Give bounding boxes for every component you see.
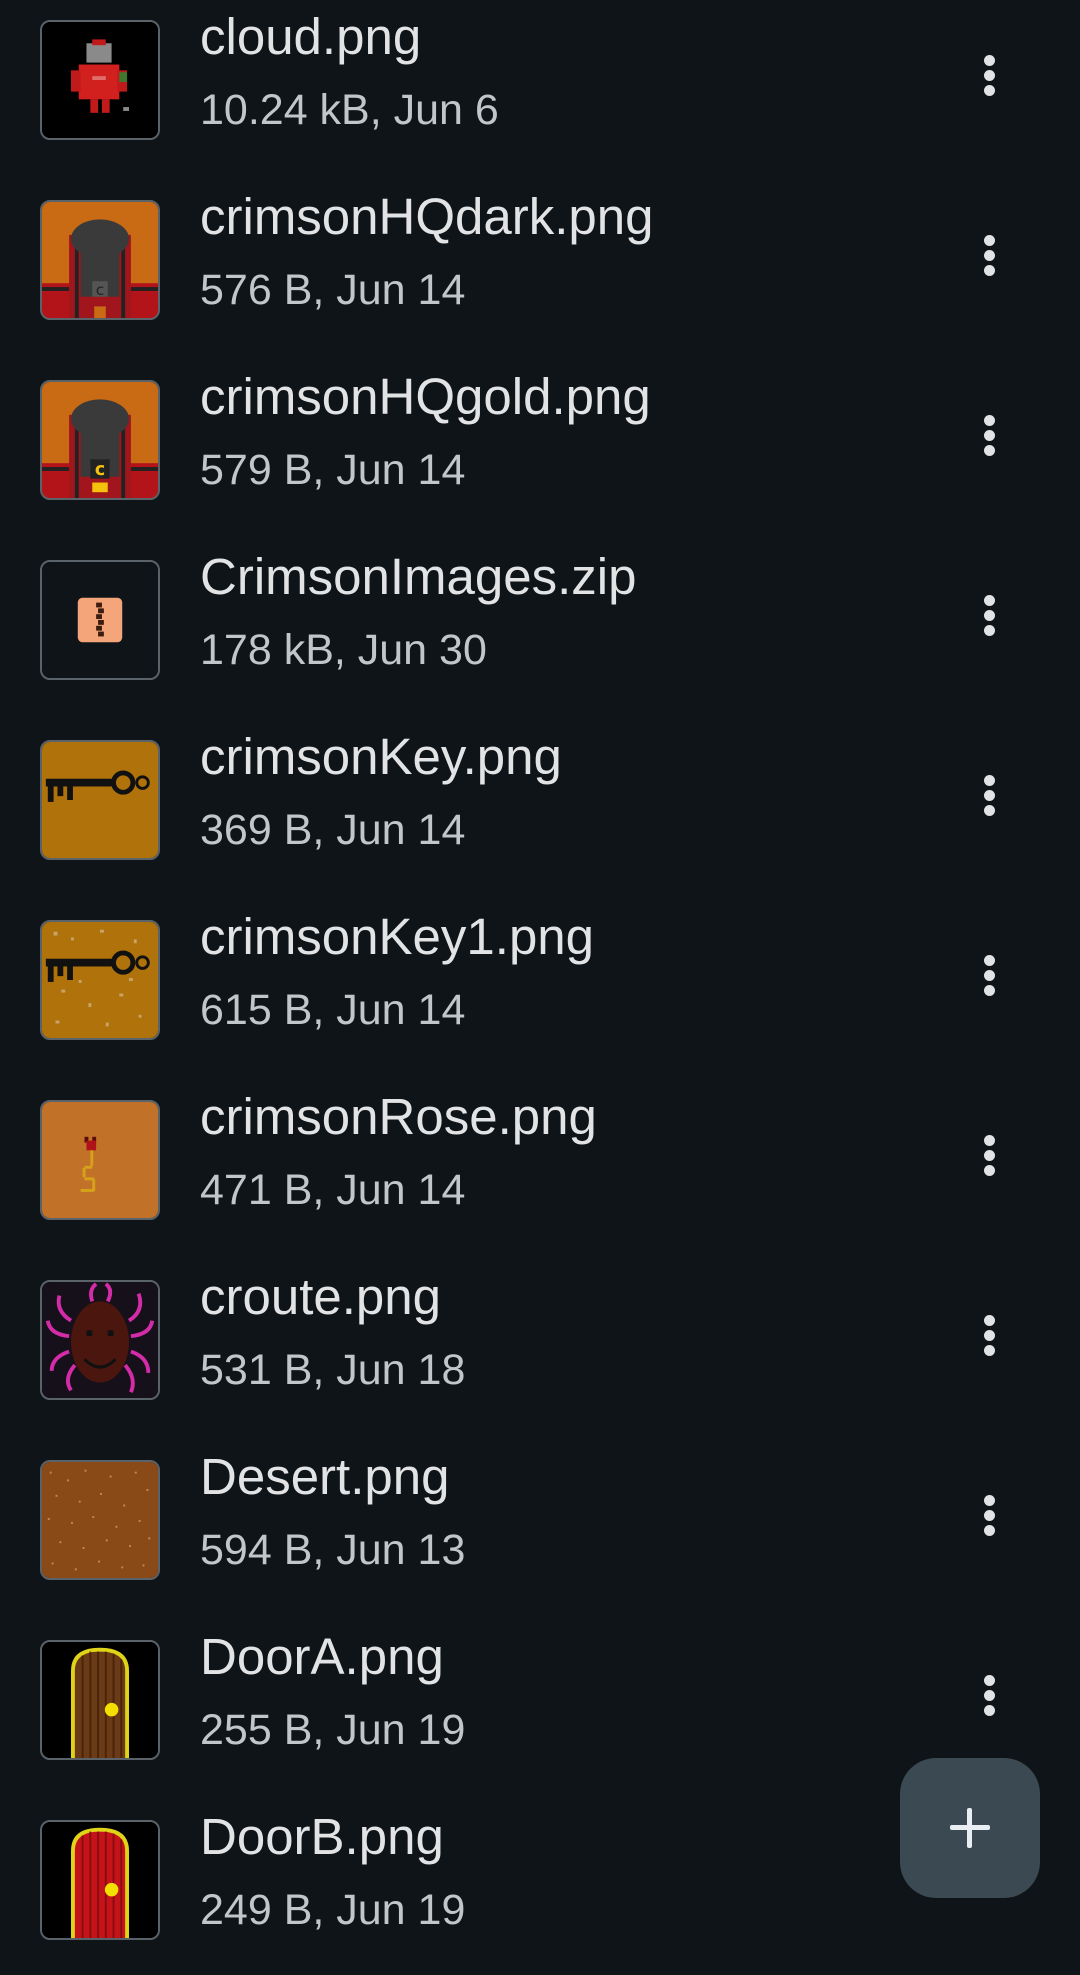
file-thumbnail xyxy=(40,1640,160,1760)
file-row[interactable]: cloud.png 10.24 kB, Jun 6 xyxy=(0,0,1080,175)
file-meta: 594 B, Jun 13 xyxy=(200,1526,466,1574)
key-speckled-sprite-icon xyxy=(42,922,158,1038)
crimson-hq-gold-sprite-icon: c xyxy=(42,382,158,498)
more-options-icon[interactable] xyxy=(960,575,1020,655)
desert-texture-icon xyxy=(42,1462,158,1578)
crimson-hq-dark-sprite-icon: c xyxy=(42,202,158,318)
add-button[interactable] xyxy=(900,1758,1040,1898)
file-meta: 255 B, Jun 19 xyxy=(200,1706,466,1754)
more-options-icon[interactable] xyxy=(960,1295,1020,1375)
file-thumbnail xyxy=(40,920,160,1040)
more-options-icon[interactable] xyxy=(960,395,1020,475)
file-name: cloud.png xyxy=(200,8,422,65)
file-row[interactable]: crimsonKey1.png 615 B, Jun 14 xyxy=(0,895,1080,1075)
file-meta: 579 B, Jun 14 xyxy=(200,446,466,494)
zip-file-icon xyxy=(42,562,158,678)
spider-face-sprite-icon xyxy=(42,1282,158,1398)
file-name: crimsonRose.png xyxy=(200,1088,597,1145)
file-row[interactable]: crimsonRose.png 471 B, Jun 14 xyxy=(0,1075,1080,1255)
file-row[interactable]: crimsonKey.png 369 B, Jun 14 xyxy=(0,715,1080,895)
file-name: crimsonHQdark.png xyxy=(200,188,654,245)
file-name: croute.png xyxy=(200,1268,442,1325)
more-options-icon[interactable] xyxy=(960,755,1020,835)
svg-text:c: c xyxy=(95,460,105,480)
file-row[interactable]: croute.png 531 B, Jun 18 xyxy=(0,1255,1080,1435)
file-name: CrimsonImages.zip xyxy=(200,548,637,605)
file-name: DoorB.png xyxy=(200,1808,444,1865)
file-meta: 178 kB, Jun 30 xyxy=(200,626,487,674)
more-options-icon[interactable] xyxy=(960,1115,1020,1195)
file-meta: 531 B, Jun 18 xyxy=(200,1346,466,1394)
file-thumbnail xyxy=(40,1100,160,1220)
file-name: crimsonKey1.png xyxy=(200,908,595,965)
file-thumbnail: c xyxy=(40,380,160,500)
more-options-icon[interactable] xyxy=(960,1655,1020,1735)
more-options-icon[interactable] xyxy=(960,935,1020,1015)
file-name: crimsonHQgold.png xyxy=(200,368,651,425)
file-meta: 471 B, Jun 14 xyxy=(200,1166,466,1214)
file-row[interactable]: Desert.png 594 B, Jun 13 xyxy=(0,1435,1080,1615)
rose-sprite-icon xyxy=(42,1102,158,1218)
key-sprite-icon xyxy=(42,742,158,858)
more-options-icon[interactable] xyxy=(960,1475,1020,1555)
file-thumbnail xyxy=(40,740,160,860)
file-thumbnail xyxy=(40,20,160,140)
file-row[interactable]: c crimsonHQdark.png 576 B, Jun 14 xyxy=(0,175,1080,355)
more-options-icon[interactable] xyxy=(960,215,1020,295)
door-brown-sprite-icon xyxy=(42,1642,158,1758)
door-red-sprite-icon xyxy=(42,1822,158,1938)
file-row[interactable]: CrimsonImages.zip 178 kB, Jun 30 xyxy=(0,535,1080,715)
file-thumbnail xyxy=(40,1280,160,1400)
file-row[interactable]: c crimsonHQgold.png 579 B, Jun 14 xyxy=(0,355,1080,535)
file-thumbnail: c xyxy=(40,200,160,320)
file-name: DoorA.png xyxy=(200,1628,444,1685)
file-thumbnail xyxy=(40,560,160,680)
more-options-icon[interactable] xyxy=(960,35,1020,115)
red-robot-sprite-icon xyxy=(42,22,158,138)
svg-text:c: c xyxy=(96,281,105,299)
file-meta: 249 B, Jun 19 xyxy=(200,1886,466,1934)
file-name: crimsonKey.png xyxy=(200,728,562,785)
file-thumbnail xyxy=(40,1460,160,1580)
file-meta: 576 B, Jun 14 xyxy=(200,266,466,314)
file-name: Desert.png xyxy=(200,1448,450,1505)
file-list: cloud.png 10.24 kB, Jun 6 c crimsonHQdar… xyxy=(0,0,1080,1975)
file-thumbnail xyxy=(40,1820,160,1940)
file-meta: 10.24 kB, Jun 6 xyxy=(200,86,499,134)
file-meta: 615 B, Jun 14 xyxy=(200,986,466,1034)
file-meta: 369 B, Jun 14 xyxy=(200,806,466,854)
